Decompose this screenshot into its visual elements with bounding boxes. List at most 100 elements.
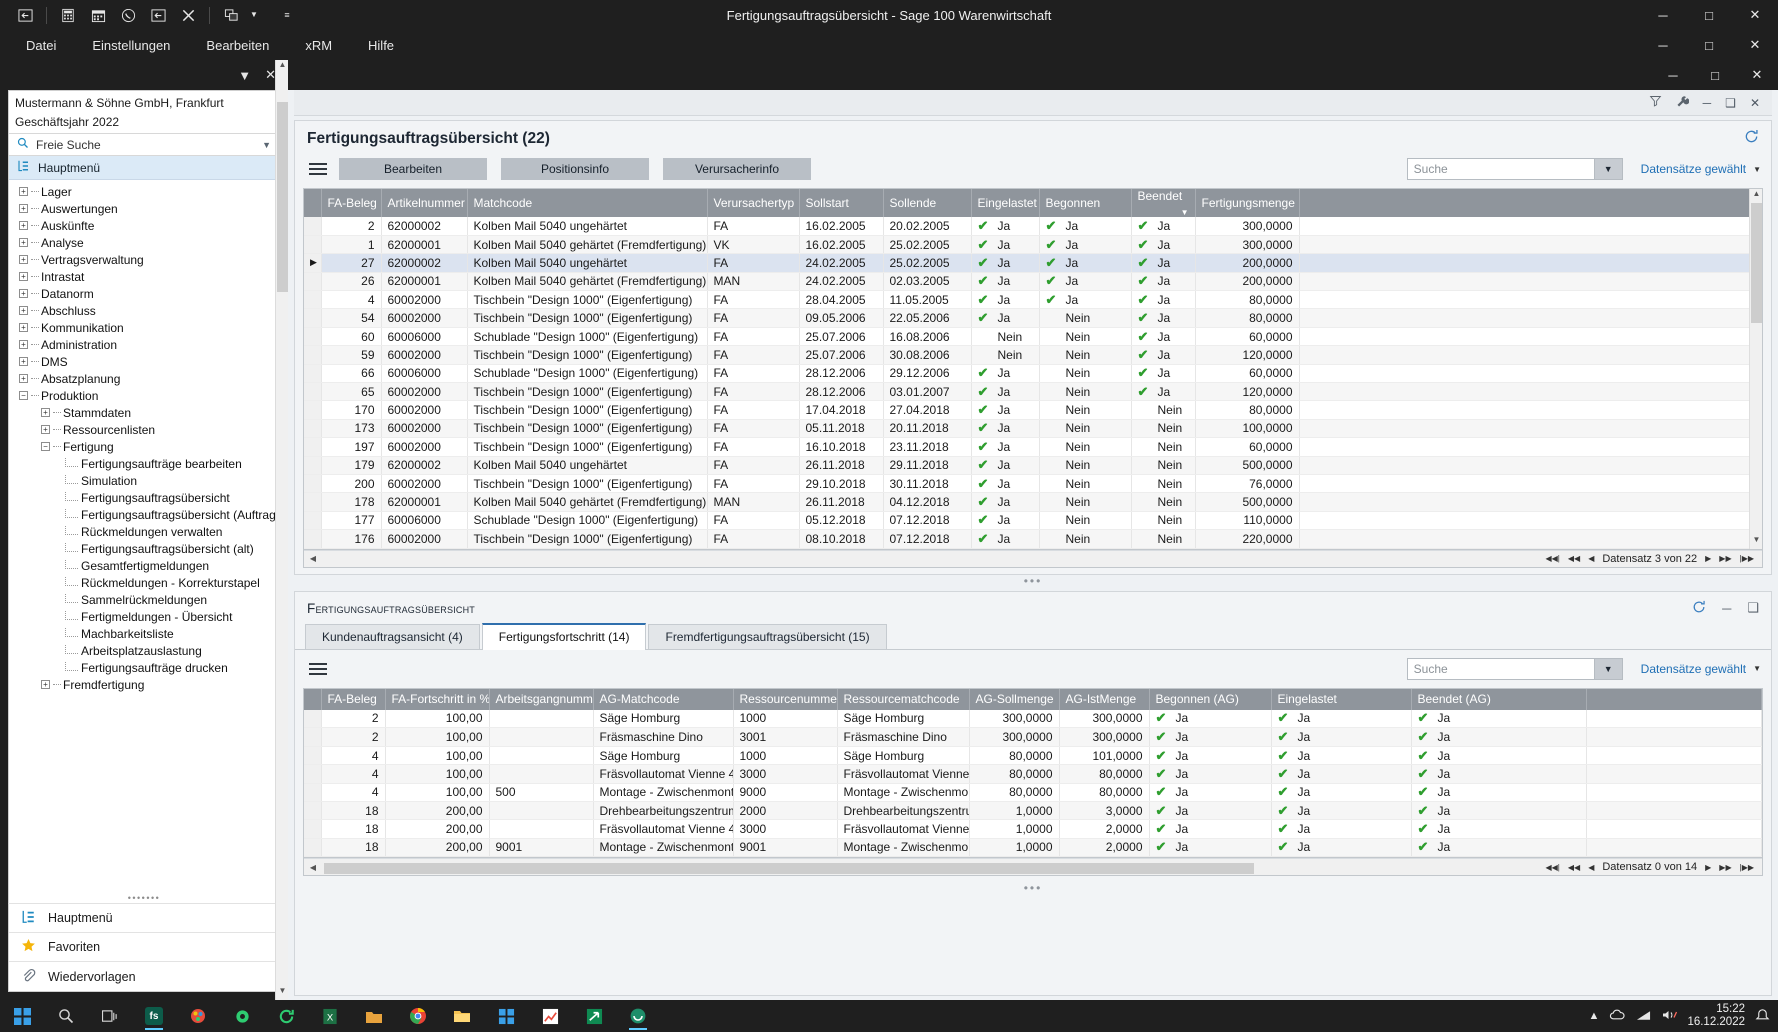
puzzle-icon[interactable] [484,1000,528,1032]
row-marker[interactable] [304,819,322,839]
sidebar-item-auskünfte[interactable]: + Auskünfte [9,217,279,234]
table-row[interactable]: 179 62000002 Kolben Mail 5040 ungehärtet FA… [304,456,1762,475]
row-marker[interactable] [304,419,322,439]
grid-menu-icon[interactable] [305,158,331,180]
settings-icon[interactable] [220,1000,264,1032]
row-marker[interactable] [304,529,322,549]
row-marker[interactable] [304,727,322,747]
expand-icon[interactable]: + [19,272,28,281]
row-marker[interactable] [304,382,322,402]
detail-column-header-fa-beleg[interactable]: FA-Beleg [321,688,386,710]
tab-fremdfertigungsauftragsuebersicht[interactable]: Fremdfertigungsauftragsübersicht (15) [648,623,887,649]
sidebar-item-absatzplanung[interactable]: + Absatzplanung [9,370,279,387]
sidebar-item-ressourcenlisten[interactable]: + Ressourcenlisten [9,421,279,438]
nav-last-icon[interactable]: |▶▶ [1740,863,1754,872]
table-row[interactable]: 2 100,00 Säge Homburg 1000 Säge Homburg 300,0… [304,709,1763,729]
table-row[interactable]: 65 60002000 Tischbein "Design 1000" (Eigen… [304,382,1762,402]
doc-minimize-button[interactable]: ─ [1652,60,1694,90]
table-row[interactable]: 66 60006000 Schublade "Design 1000" (Eigen… [304,364,1762,384]
detail-column-header-arbeitsgangnummer[interactable]: Arbeitsgangnummer [489,688,594,710]
row-marker[interactable] [304,783,322,802]
nav-nextpage-icon[interactable]: ▶▶ [1719,863,1731,872]
grid-scroll-thumb[interactable] [1751,203,1762,323]
column-header-sollende[interactable]: Sollende [883,189,972,217]
cloud-icon[interactable] [1609,1009,1626,1024]
sidebar-item-rückmeldungen-korrekturstapel[interactable]: Rückmeldungen - Korrekturstapel [9,574,279,591]
nav-first-icon[interactable]: ◀◀| [1545,863,1559,872]
grid-scroll-up-arrow[interactable]: ▲ [1750,189,1763,203]
column-header-fa-beleg[interactable]: FA-Beleg [321,189,382,217]
sidebar-item-fertigungsauftragsübersicht-auftragssicht[interactable]: Fertigungsauftragsübersicht (Auftragssic… [9,506,279,523]
detail-restore-icon[interactable]: ❑ [1747,600,1759,616]
column-header-sollstart[interactable]: Sollstart [799,189,884,217]
sidebar-item-intrastat[interactable]: + Intrastat [9,268,279,285]
expand-icon[interactable]: + [19,340,28,349]
chrome-icon[interactable] [396,1000,440,1032]
expand-icon[interactable]: + [41,680,50,689]
top-grid-scrollbar[interactable]: ▲ ▼ [1749,189,1762,549]
nav-first-icon[interactable]: ◀◀| [1545,554,1559,563]
table-row[interactable]: 4100,00500Montage - Zwischenmonta...9000… [304,783,1763,802]
row-marker[interactable] [304,838,322,858]
table-row[interactable]: 200 60002000 Tischbein "Design 1000" (Eige… [304,474,1762,494]
column-header-artikelnummer[interactable]: Artikelnummer [381,189,468,217]
panel-splitter[interactable]: ••• [294,575,1772,591]
volume-icon[interactable] [1661,1009,1678,1024]
maximize-button[interactable]: □ [1686,0,1732,30]
column-header-blank[interactable] [1299,189,1762,217]
tab-kundenauftragsansicht[interactable]: Kundenauftragsansicht (4) [305,623,480,649]
sidebar-item-produktion[interactable]: − Produktion [9,387,279,404]
sidebar-item-simulation[interactable]: Simulation [9,472,279,489]
row-marker[interactable] [304,217,322,236]
refresh-icon[interactable] [1692,600,1706,617]
sidebar-item-hauptmenu[interactable]: Hauptmenü [9,156,279,180]
expand-icon[interactable]: + [19,255,28,264]
row-marker[interactable] [304,511,322,531]
sidebar-item-kommunikation[interactable]: + Kommunikation [9,319,279,336]
sidebar-item-fertigungsaufträge-bearbeiten[interactable]: Fertigungsaufträge bearbeiten [9,455,279,472]
table-row[interactable]: 18200,00 Fräsvollautomat Vienne 47113000F… [304,819,1763,839]
row-marker[interactable] [304,272,322,292]
collapse-icon[interactable]: − [41,442,50,451]
search-chevron-icon[interactable]: ▼ [262,140,271,150]
row-marker[interactable] [304,308,322,328]
inner-maximize-button[interactable]: □ [1686,30,1732,60]
doc-close-button[interactable]: ✕ [1736,60,1778,90]
close-x-icon[interactable] [173,3,203,27]
detail-table-header-row[interactable]: FA-Beleg FA-Fortschritt in % Arbeitsgangnu… [304,688,1763,710]
sage-icon[interactable]: fs [132,1000,176,1032]
column-header-beendet[interactable]: Beendet ▼ [1131,189,1196,217]
column-header-verursachertyp[interactable]: Verursachertyp [707,189,800,217]
detail-column-header-eingelastet[interactable]: Eingelastet [1271,688,1412,710]
fertigungsfortschritt-table[interactable]: FA-Beleg FA-Fortschritt in % Arbeitsgangnu… [304,688,1763,858]
nav-prevpage-icon[interactable]: ◀◀ [1568,863,1580,872]
nav-nextpage-icon[interactable]: ▶▶ [1719,554,1731,563]
nav-prev-icon[interactable]: ◀ [1588,554,1594,563]
nav-button-wiedervorlagen[interactable]: Wiedervorlagen [9,962,279,991]
nav-last-icon[interactable]: |▶▶ [1740,554,1754,563]
excel-icon[interactable]: X [308,1000,352,1032]
row-marker[interactable] [304,764,322,784]
row-marker[interactable] [304,327,322,347]
menu-datei[interactable]: Datei [8,30,74,60]
minimize-button[interactable]: ─ [1640,0,1686,30]
expand-icon[interactable]: + [19,306,28,315]
sidebar-item-gesamtfertigmeldungen[interactable]: Gesamtfertigmeldungen [9,557,279,574]
table-row[interactable]: ▶ 27 62000002 Kolben Mail 5040 ungehärtet FA… [304,253,1762,273]
inner-close-button[interactable]: ✕ [1732,30,1778,60]
menu-einstellungen[interactable]: Einstellungen [74,30,188,60]
nav-prevpage-icon[interactable]: ◀◀ [1568,554,1580,563]
table-row[interactable]: 18 200,00 Drehbearbeitungszentrum 2000 Drehb… [304,801,1763,821]
column-header-fertigungsmenge[interactable]: Fertigungsmenge [1195,189,1300,217]
calculator-icon[interactable] [53,3,83,27]
row-marker[interactable] [304,400,322,420]
nav-next-icon[interactable]: ▶ [1705,554,1711,563]
table-row[interactable]: 18200,009001Montage - Zwischenmonta...90… [304,838,1763,858]
doc-maximize-button[interactable]: □ [1694,60,1736,90]
table-row[interactable]: 26 62000001 Kolben Mail 5040 gehärtet (Fre… [304,272,1762,292]
expand-icon[interactable]: + [19,357,28,366]
table-row[interactable]: 2 100,00 Fräsmaschine Dino 3001 Fräsmaschine… [304,727,1763,747]
bottom-splitter[interactable]: ••• [295,882,1771,898]
detail-column-header-begonnen-ag-[interactable]: Begonnen (AG) [1149,688,1272,710]
detail-search-input[interactable]: Suche [1406,657,1595,680]
